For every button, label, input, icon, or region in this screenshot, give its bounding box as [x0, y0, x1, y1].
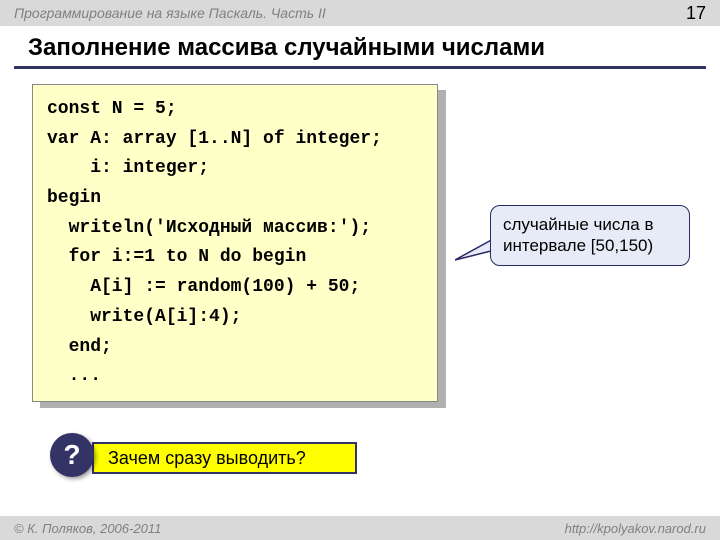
heading-underline	[14, 66, 706, 69]
code-line: const N = 5;	[47, 99, 177, 119]
footer: © К. Поляков, 2006-2011 http://kpolyakov…	[0, 516, 720, 540]
code-line: begin	[47, 188, 101, 208]
footer-url: http://kpolyakov.narod.ru	[565, 521, 706, 536]
question-text: Зачем сразу выводить?	[108, 448, 306, 469]
code-line: for i:=1 to N do begin	[47, 247, 306, 267]
callout-text: случайные числа в интервале [50,150)	[503, 215, 654, 255]
question-mark-icon: ?	[63, 439, 80, 471]
question-badge: ?	[50, 433, 94, 477]
code-block: const N = 5; var A: array [1..N] of inte…	[32, 84, 438, 402]
code-line: write(A[i]:4);	[47, 307, 241, 327]
code-line: A[i] := random(100) + 50;	[47, 277, 360, 297]
topbar-title: Программирование на языке Паскаль. Часть…	[14, 5, 326, 21]
code-line: writeln('Исходный массив:');	[47, 218, 371, 238]
question-box: Зачем сразу выводить?	[92, 442, 357, 474]
page-title: Заполнение массива случайными числами	[28, 34, 545, 62]
code-line: var A: array [1..N] of integer;	[47, 129, 382, 149]
code-line: i: integer;	[47, 158, 209, 178]
code-line: ...	[47, 366, 101, 386]
callout-bubble: случайные числа в интервале [50,150)	[490, 205, 690, 266]
page-number: 17	[686, 3, 706, 24]
footer-copyright: © К. Поляков, 2006-2011	[14, 521, 161, 536]
topbar: Программирование на языке Паскаль. Часть…	[0, 0, 720, 26]
code-line: end;	[47, 337, 112, 357]
